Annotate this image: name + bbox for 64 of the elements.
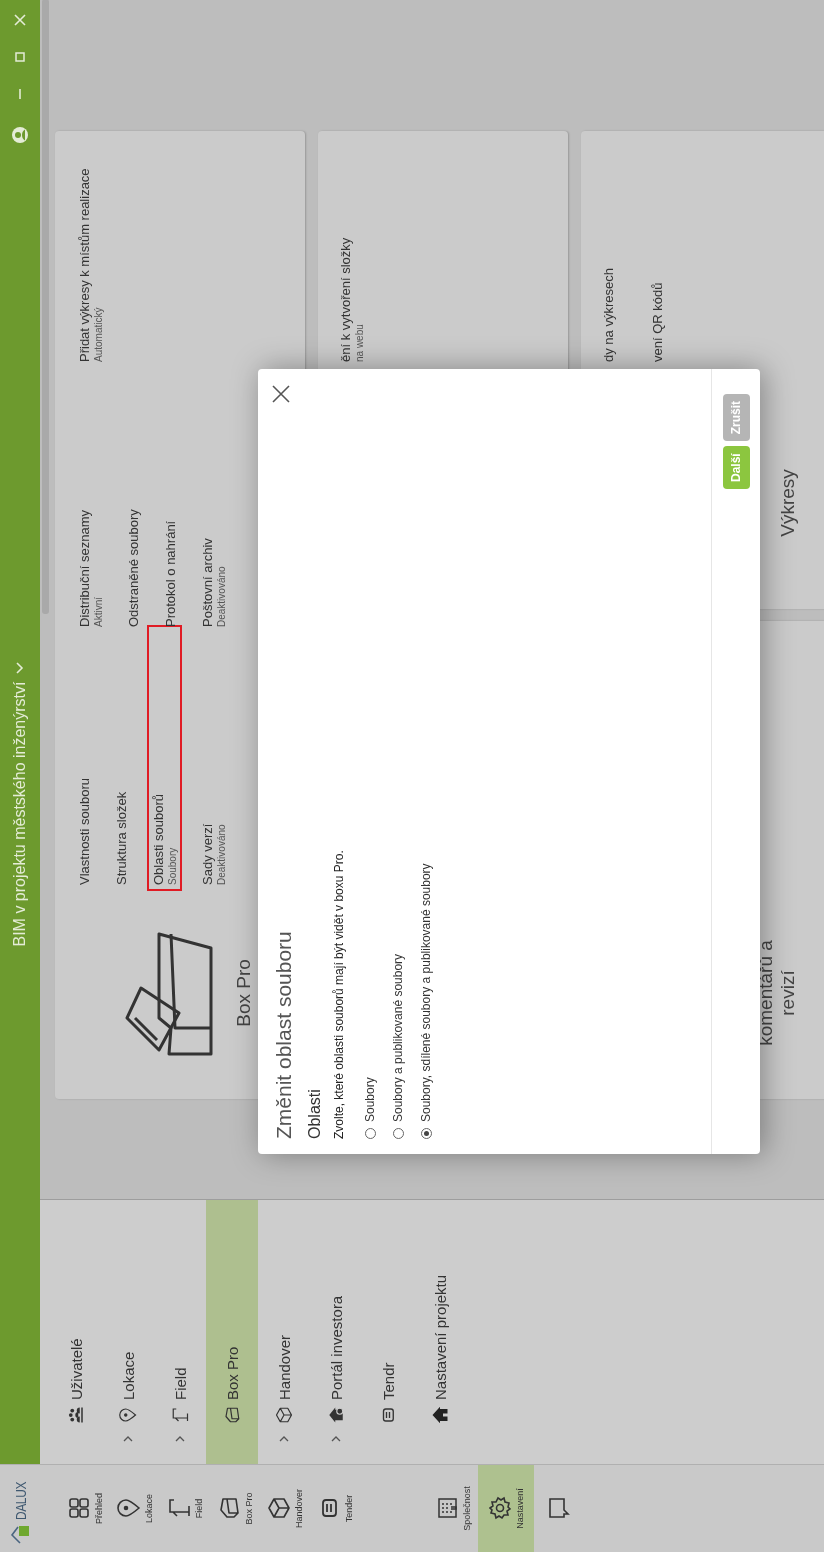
nav-rail-item[interactable]: Field xyxy=(160,1465,210,1552)
support-icon xyxy=(547,1496,571,1521)
nav-rail-item[interactable]: Tender xyxy=(310,1465,360,1552)
sidebar-item[interactable]: Nastavení projektu xyxy=(414,1200,466,1464)
setting-value: Soubory xyxy=(167,846,178,885)
overview-icon xyxy=(66,1496,91,1521)
portal-icon xyxy=(327,1406,345,1424)
sidebar-item[interactable]: Portál investora xyxy=(310,1200,362,1464)
location-icon xyxy=(119,1406,137,1424)
close-icon[interactable] xyxy=(272,385,290,403)
chevron-right-icon[interactable] xyxy=(175,1435,185,1442)
nav-rail-item[interactable]: Nastavení xyxy=(478,1465,534,1552)
section-heading: Oblasti xyxy=(306,1088,324,1139)
home-icon xyxy=(431,1406,449,1424)
restore-icon[interactable] xyxy=(15,52,25,62)
nav-rail-item[interactable]: Box Pro xyxy=(210,1465,260,1552)
dialog-title: Změnit oblast souboru xyxy=(272,931,296,1139)
handover-icon xyxy=(266,1496,291,1521)
card-title: komentářů a revizí xyxy=(755,939,799,1048)
setting-value: Deaktivováno xyxy=(216,565,227,627)
radio-option[interactable]: Soubory a publikované soubory xyxy=(384,384,412,1139)
roof-logo-icon xyxy=(9,1524,31,1544)
sidebar-item[interactable]: Tendr xyxy=(362,1200,414,1464)
radio-option[interactable]: Soubory xyxy=(356,384,384,1139)
setting-value: Deaktivováno xyxy=(216,823,227,885)
users-icon xyxy=(67,1406,85,1424)
sidebar-item[interactable]: Handover xyxy=(258,1200,310,1464)
sidebar-item[interactable]: Lokace xyxy=(102,1200,154,1464)
setting-value: na webu xyxy=(354,323,365,362)
card-title: Box Pro xyxy=(233,959,255,1027)
nav-rail-item[interactable]: Přehled xyxy=(60,1465,110,1552)
chevron-down-icon[interactable] xyxy=(16,661,24,674)
settings-icon xyxy=(487,1496,512,1521)
setting-link[interactable]: dy na výkresech xyxy=(601,268,616,362)
radio-option[interactable]: Soubory, sdílené soubory a publikované soubory xyxy=(412,384,440,1139)
setting-link[interactable]: ění k vytvoření složky xyxy=(338,237,353,362)
setting-link[interactable]: Distribuční seznamy xyxy=(77,366,92,627)
setting-value: Aktivní xyxy=(93,596,104,627)
chevron-right-icon[interactable] xyxy=(331,1435,341,1442)
sidebar-item[interactable]: Uživatelé xyxy=(50,1200,102,1464)
description-text: Zvolte, které oblasti souborů mají být vidět v boxu Pro. xyxy=(332,849,346,1139)
setting-link[interactable]: Vlastnosti souboru xyxy=(77,631,92,885)
logo-text: DALUX xyxy=(11,1481,29,1520)
boxpro-icon xyxy=(223,1406,241,1424)
setting-link[interactable]: vení QR kódů xyxy=(650,268,665,362)
sidebar-item[interactable]: Box Pro xyxy=(206,1200,258,1464)
chevron-right-icon[interactable] xyxy=(123,1435,133,1442)
nav-rail-item[interactable]: Lokace xyxy=(110,1465,160,1552)
handover-icon xyxy=(275,1406,293,1424)
field-icon xyxy=(171,1406,189,1424)
setting-link[interactable]: Oblasti souborů xyxy=(151,631,166,885)
chevron-right-icon[interactable] xyxy=(279,1435,289,1442)
nav-rail-item[interactable]: Handover xyxy=(260,1465,310,1552)
setting-link[interactable]: Odstraněné soubory xyxy=(126,366,141,627)
setting-value: Automatický xyxy=(93,306,104,362)
sidebar-item[interactable]: Field xyxy=(154,1200,206,1464)
setting-link[interactable]: Poštovní archiv xyxy=(200,366,215,627)
setting-link[interactable]: Protokol o nahrání xyxy=(163,366,178,627)
setting-link[interactable]: Struktura složek xyxy=(114,631,129,885)
nav-rail-item[interactable]: Společnost xyxy=(428,1465,478,1552)
setting-link[interactable]: Sady verzí xyxy=(200,631,215,885)
setting-link[interactable]: Přidat výkresy k místům realizace xyxy=(77,168,92,362)
card-title: Výkresy xyxy=(777,469,799,537)
user-icon[interactable] xyxy=(11,126,29,144)
